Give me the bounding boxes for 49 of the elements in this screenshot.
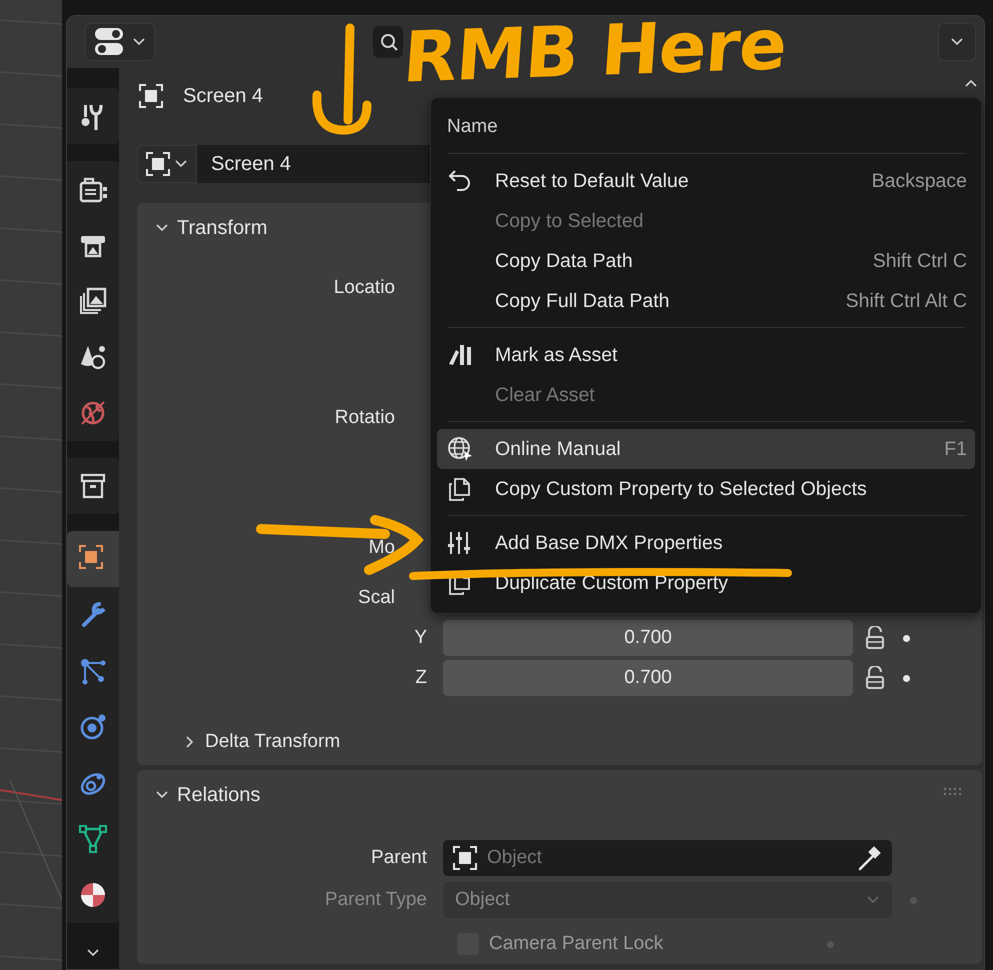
- search-icon: [381, 34, 398, 50]
- menu-item[interactable]: Add Base DMX Properties: [437, 523, 975, 563]
- property-label: Rotatio: [334, 407, 395, 429]
- menu-item[interactable]: Copy Custom Property to Selected Objects: [437, 469, 975, 509]
- panel-header[interactable]: Transform: [137, 203, 268, 253]
- object-type-button[interactable]: [137, 145, 197, 183]
- subpanel-header[interactable]: Delta Transform: [137, 722, 340, 762]
- padlock-icon[interactable]: [865, 626, 885, 650]
- shortcut-label: Shift Ctrl C: [872, 250, 967, 272]
- square-frame-icon: [453, 846, 477, 870]
- object-title: Screen 4: [183, 84, 264, 108]
- handwritten-note: RMB Here: [400, 9, 788, 93]
- book-stack-icon: [447, 342, 473, 368]
- axis-label: Z: [414, 667, 427, 689]
- keyframe-dot[interactable]: [910, 896, 917, 904]
- square-frame-icon: [146, 152, 170, 176]
- property-label: Scal: [357, 587, 395, 609]
- property-label: Parent: [370, 847, 427, 869]
- copy-pages-icon: [447, 476, 473, 502]
- globe-cursor-icon: [447, 436, 473, 462]
- keyframe-dot[interactable]: [903, 674, 910, 682]
- undo-arrow-icon: [447, 168, 473, 194]
- property-label: Parent Type: [324, 889, 427, 911]
- menu-item[interactable]: Online Manual F1: [437, 429, 975, 469]
- object-field[interactable]: Object: [443, 840, 892, 876]
- property-label: Locatio: [332, 277, 395, 299]
- shortcut-label: Backspace: [872, 170, 967, 192]
- menu-item[interactable]: Copy Data Path Shift Ctrl C: [437, 241, 975, 281]
- menu-item[interactable]: Reset to Default Value Backspace: [437, 161, 975, 201]
- menu-title: Name: [446, 115, 499, 139]
- square-frame-icon: [139, 84, 163, 108]
- number-field[interactable]: 0.700: [443, 620, 853, 656]
- menu-item[interactable]: Duplicate Custom Property: [437, 563, 975, 603]
- drag-handle-icon: [944, 788, 964, 796]
- shortcut-label: Shift Ctrl Alt C: [846, 290, 967, 312]
- property-label: Mo: [368, 537, 395, 559]
- number-field[interactable]: 0.700: [443, 660, 853, 696]
- panel-header[interactable]: Relations: [137, 770, 260, 820]
- search-field[interactable]: [373, 26, 403, 58]
- sliders-icon: [447, 530, 473, 556]
- eyedropper-icon[interactable]: [856, 845, 882, 871]
- padlock-icon[interactable]: [865, 666, 885, 690]
- editor-type-button[interactable]: [85, 23, 155, 61]
- keyframe-dot[interactable]: [903, 634, 910, 642]
- menu-item[interactable]: Copy Full Data Path Shift Ctrl Alt C: [437, 281, 975, 321]
- axis-label: Y: [413, 627, 427, 649]
- menu-item[interactable]: Mark as Asset: [437, 335, 975, 375]
- shortcut-label: F1: [944, 438, 967, 460]
- keyframe-dot[interactable]: [827, 940, 834, 948]
